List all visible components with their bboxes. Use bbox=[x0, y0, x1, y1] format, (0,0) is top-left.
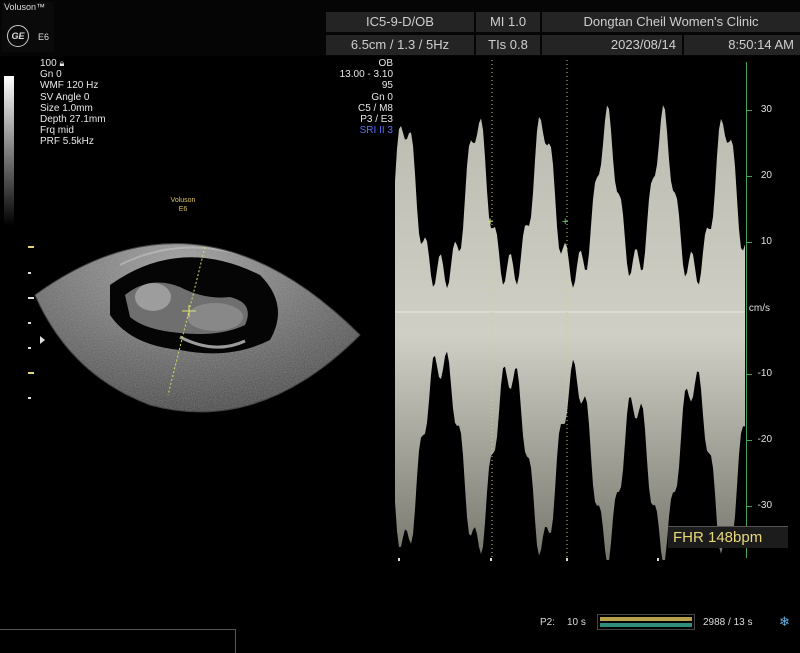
probe-label: IC5-9-D/OB bbox=[326, 12, 474, 32]
bmode-image bbox=[34, 243, 361, 413]
fhr-readout: FHR 148bpm bbox=[668, 526, 788, 548]
p2-value: 10 s bbox=[567, 617, 586, 628]
time-marker bbox=[657, 558, 659, 561]
snowflake-icon[interactable]: ❄ bbox=[779, 614, 790, 630]
param-row: 95 bbox=[381, 80, 393, 92]
param-row: Gn 0 bbox=[40, 69, 62, 81]
grayscale-bar bbox=[4, 76, 14, 226]
brand-name: Voluson™ bbox=[4, 2, 46, 12]
tis-value: TIs 0.8 bbox=[476, 35, 540, 55]
param-row: Depth 27.1mm bbox=[40, 114, 106, 126]
param-row: C5 / M8 bbox=[357, 102, 393, 114]
param-row: 100 🔒︎ bbox=[40, 58, 65, 69]
param-row: Frq mid bbox=[40, 125, 74, 137]
param-row: Gn 0 bbox=[371, 91, 393, 103]
imaging-params-right: OB 13.00 - 3.10 95 Gn 0 C5 / M8 P3 / E3 … bbox=[300, 58, 393, 136]
param-row: OB bbox=[378, 58, 393, 69]
clinic-name: Dongtan Cheil Women's Clinic bbox=[542, 12, 800, 32]
watermark-model: E6 bbox=[178, 206, 188, 213]
watermark-brand: Voluson bbox=[170, 197, 196, 204]
velocity-tick-label: -10 bbox=[757, 368, 772, 379]
velocity-unit: cm/s bbox=[748, 303, 770, 314]
exam-date: 2023/08/14 bbox=[542, 35, 682, 55]
velocity-tick-label: 10 bbox=[760, 236, 772, 247]
image-watermark: Voluson E6 bbox=[168, 196, 198, 214]
doppler-spectrum: + + bbox=[395, 60, 745, 560]
brand-model: E6 bbox=[38, 32, 50, 42]
velocity-tick-label: 30 bbox=[760, 104, 772, 115]
bottom-panel bbox=[0, 629, 236, 653]
ge-logo-icon: GE bbox=[7, 25, 29, 47]
header-bar: Voluson™ GE E6 IC5-9-D/OB MI 1.0 Dongtan… bbox=[0, 0, 800, 56]
param-row: PRF 5.5kHz bbox=[40, 136, 94, 148]
param-row: 13.00 - 3.10 bbox=[339, 69, 393, 81]
frame-count: 2988 / 13 s bbox=[703, 617, 753, 628]
time-marker bbox=[490, 558, 492, 561]
param-row: SV Angle 0 bbox=[40, 91, 90, 103]
spectral-waveform bbox=[395, 105, 745, 560]
brand-block: Voluson™ GE E6 bbox=[2, 2, 54, 52]
lock-icon: 🔒︎ bbox=[59, 58, 65, 68]
svg-text:+: + bbox=[562, 216, 568, 228]
cine-bar-top bbox=[600, 617, 692, 621]
exam-time: 8:50:14 AM bbox=[684, 35, 800, 55]
mi-value: MI 1.0 bbox=[476, 12, 540, 32]
param-row: Size 1.0mm bbox=[40, 102, 93, 114]
svg-text:+: + bbox=[487, 216, 493, 228]
time-marker bbox=[566, 558, 568, 561]
velocity-tick-label: -30 bbox=[757, 500, 772, 511]
velocity-axis-line bbox=[746, 62, 747, 558]
param-row: P3 / E3 bbox=[360, 114, 393, 126]
time-marker bbox=[398, 558, 400, 561]
param-row: WMF 120 Hz bbox=[40, 80, 99, 92]
cine-bar[interactable] bbox=[597, 614, 695, 630]
cine-bar-bottom bbox=[600, 623, 692, 627]
param-row: SRI II 3 bbox=[359, 125, 393, 137]
velocity-tick-label: 20 bbox=[760, 170, 772, 181]
depth-info: 6.5cm / 1.3 / 5Hz bbox=[326, 35, 474, 55]
p2-label: P2: bbox=[540, 617, 556, 628]
doppler-params-left: 100 🔒︎ Gn 0 WMF 120 Hz SV Angle 0 Size 1… bbox=[40, 58, 106, 148]
velocity-tick-label: -20 bbox=[757, 434, 772, 445]
